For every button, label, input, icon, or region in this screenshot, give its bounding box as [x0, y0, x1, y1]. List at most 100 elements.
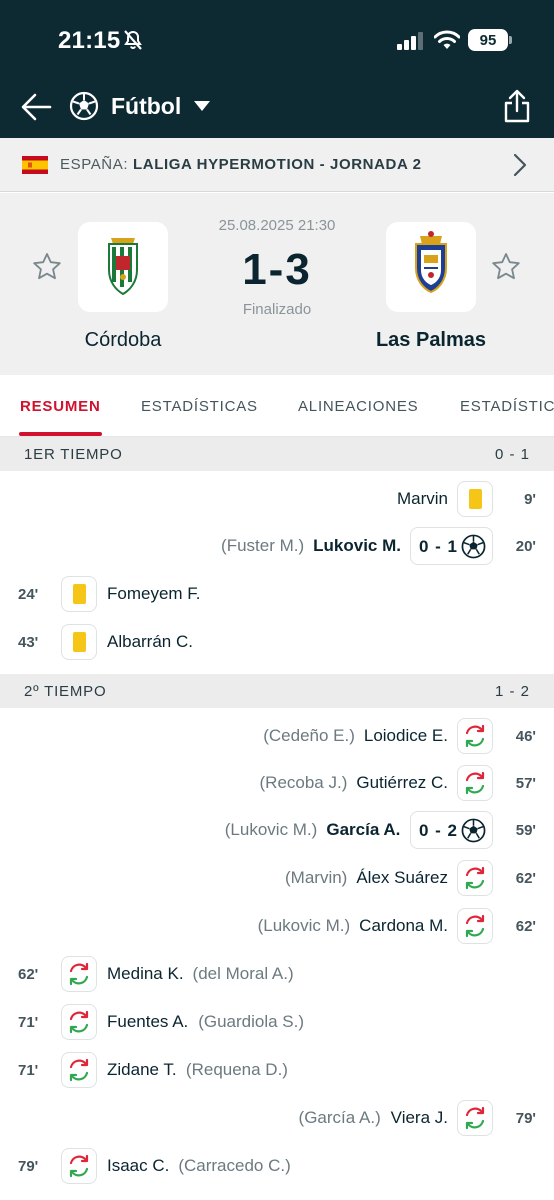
substitution-icon: [69, 1058, 89, 1082]
substitution-badge: [61, 956, 97, 992]
league-row[interactable]: ESPAÑA: LALIGA HYPERMOTION - JORNADA 2: [0, 138, 554, 192]
substitution-icon: [465, 1106, 485, 1130]
event-player: Isaac C.: [107, 1156, 170, 1175]
event-assist: (Requena D.): [185, 1060, 288, 1079]
substitution-icon: [69, 1154, 89, 1178]
section-score: 0 - 1: [494, 446, 530, 463]
tab-estadisticas[interactable]: ESTADÍSTICAS: [141, 398, 258, 415]
event-assist: (del Moral A.): [192, 964, 294, 983]
battery-indicator: 95: [468, 29, 508, 51]
share-icon[interactable]: [503, 89, 531, 123]
home-team-name[interactable]: Córdoba: [58, 329, 188, 352]
league-country: ESPAÑA:: [60, 156, 129, 173]
yellow-card-badge: [457, 481, 493, 517]
event-row[interactable]: 71' Zidane T. (Requena D.): [0, 1048, 554, 1094]
substitution-badge: [61, 1052, 97, 1088]
event-minute: 20': [515, 538, 536, 555]
sport-selector[interactable]: Fútbol: [111, 93, 181, 120]
event-minute: 57': [515, 775, 536, 792]
event-assist: (Carracedo C.): [178, 1156, 291, 1175]
goal-badge: 0 - 2: [410, 811, 493, 849]
battery-level: 95: [479, 31, 497, 49]
tab-alineaciones[interactable]: ALINEACIONES: [298, 398, 418, 415]
event-assist: (Lukovic M.): [257, 916, 351, 935]
event-assist: (García A.): [298, 1108, 381, 1127]
bell-muted-icon: [124, 30, 142, 50]
active-tab-indicator: [19, 432, 102, 436]
event-minute: 62': [515, 870, 536, 887]
goal-ball-icon: [461, 534, 486, 559]
event-player: Cardona M.: [359, 916, 448, 935]
event-assist: (Recoba J.): [259, 773, 348, 792]
away-team-name[interactable]: Las Palmas: [356, 329, 506, 352]
chevron-right-icon[interactable]: [512, 153, 528, 177]
soccer-ball-icon[interactable]: [69, 91, 99, 121]
favorite-away-star-icon[interactable]: [490, 251, 522, 283]
section-title: 1ER TIEMPO: [24, 446, 123, 463]
event-row[interactable]: 20' 0 - 1 Lukovic M. (Fuster M.): [0, 524, 554, 570]
event-player: Fomeyem F.: [107, 584, 201, 603]
tab-estadisticas-jugadores[interactable]: ESTADÍSTICAS: [460, 398, 554, 415]
substitution-icon: [465, 771, 485, 795]
substitution-icon: [69, 1010, 89, 1034]
goal-running-score: 0 - 2: [419, 821, 459, 840]
event-row[interactable]: 9' Marvin: [0, 477, 554, 523]
section-score: 1 - 2: [494, 683, 530, 700]
event-minute: 46': [515, 728, 536, 745]
home-team-logo[interactable]: [78, 222, 168, 312]
event-row[interactable]: 79' Viera J. (García A.): [0, 1096, 554, 1142]
substitution-badge: [457, 908, 493, 944]
event-minute: 79': [515, 1110, 536, 1127]
event-row[interactable]: 62' Cardona M. (Lukovic M.): [0, 904, 554, 950]
goal-running-score: 0 - 1: [419, 537, 459, 556]
event-row[interactable]: 46' Loiodice E. (Cedeño E.): [0, 714, 554, 760]
event-assist: (Cedeño E.): [263, 726, 355, 745]
event-player: Lukovic M.: [313, 536, 401, 555]
event-row[interactable]: 62' Medina K. (del Moral A.): [0, 952, 554, 998]
event-assist: (Fuster M.): [221, 536, 305, 555]
league-name: LALIGA HYPERMOTION - JORNADA 2: [133, 156, 422, 173]
event-player: García A.: [326, 820, 401, 839]
event-player: Albarrán C.: [107, 632, 193, 651]
event-player: Loiodice E.: [363, 726, 448, 745]
event-minute: 62': [515, 918, 536, 935]
status-time: 21:15: [58, 27, 121, 54]
event-player: Zidane T.: [107, 1060, 177, 1079]
event-minute: 24': [18, 586, 39, 603]
back-arrow-icon[interactable]: [20, 92, 52, 122]
section-title: 2º TIEMPO: [24, 683, 107, 700]
substitution-icon: [465, 914, 485, 938]
away-team-logo[interactable]: [386, 222, 476, 312]
event-row[interactable]: 57' Gutiérrez C. (Recoba J.): [0, 761, 554, 807]
yellow-card-badge: [61, 576, 97, 612]
event-player: Marvin: [396, 489, 448, 508]
favorite-home-star-icon[interactable]: [31, 251, 63, 283]
substitution-badge: [457, 1100, 493, 1136]
substitution-badge: [61, 1004, 97, 1040]
event-assist: (Marvin): [285, 868, 348, 887]
event-row[interactable]: 24' Fomeyem F.: [0, 572, 554, 618]
event-assist: (Guardiola S.): [198, 1012, 305, 1031]
event-player: Gutiérrez C.: [356, 773, 448, 792]
substitution-icon: [465, 724, 485, 748]
app-header: 21:15 95 Fútbol: [0, 0, 554, 138]
substitution-badge: [457, 718, 493, 754]
event-minute: 59': [515, 822, 536, 839]
wifi-icon: [434, 30, 460, 49]
event-minute: 79': [18, 1158, 39, 1175]
match-score: 1-3: [242, 245, 312, 294]
event-row[interactable]: 59' 0 - 2 García A. (Lukovic M.): [0, 808, 554, 854]
las-palmas-crest-icon: [415, 231, 447, 294]
substitution-badge: [457, 860, 493, 896]
dropdown-caret-icon[interactable]: [193, 100, 211, 112]
section-header-second-half: 2º TIEMPO 1 - 2: [0, 674, 554, 708]
event-player: Viera J.: [390, 1108, 448, 1127]
tab-resumen[interactable]: RESUMEN: [20, 398, 101, 415]
event-row[interactable]: 43' Albarrán C.: [0, 620, 554, 666]
event-row[interactable]: 79' Isaac C. (Carracedo C.): [0, 1144, 554, 1190]
substitution-badge: [61, 1148, 97, 1184]
goal-badge: 0 - 1: [410, 527, 493, 565]
event-row[interactable]: 62' Álex Suárez (Marvin): [0, 856, 554, 902]
yellow-card-icon: [72, 632, 86, 652]
event-row[interactable]: 71' Fuentes A. (Guardiola S.): [0, 1000, 554, 1046]
